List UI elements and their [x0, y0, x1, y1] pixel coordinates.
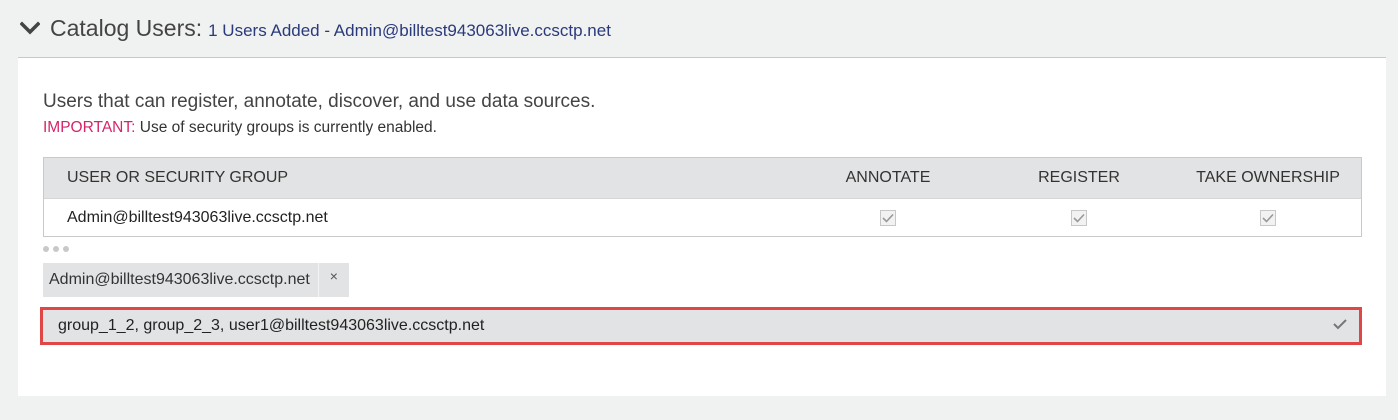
table-row: Admin@billtest943063live.ccsctp.net [44, 198, 1361, 236]
column-header-user: USER OR SECURITY GROUP [67, 169, 289, 186]
selected-user-tag: Admin@billtest943063live.ccsctp.net × [43, 263, 349, 297]
catalog-users-panel: Users that can register, annotate, disco… [18, 58, 1386, 396]
check-icon [882, 213, 894, 223]
column-header-take-ownership: TAKE OWNERSHIP [1196, 169, 1340, 186]
users-table: USER OR SECURITY GROUP ANNOTATE REGISTER… [43, 157, 1362, 237]
tag-label: Admin@billtest943063live.ccsctp.net [43, 263, 319, 297]
close-icon[interactable]: × [319, 263, 349, 297]
add-users-input[interactable] [43, 310, 1359, 342]
check-icon [1073, 213, 1085, 223]
users-added-summary: 1 Users Added - Admin@billtest943063live… [208, 20, 611, 40]
take-ownership-checkbox[interactable] [1260, 209, 1276, 226]
check-icon [1262, 213, 1274, 223]
section-description: Users that can register, annotate, disco… [43, 91, 596, 112]
more-dots-icon[interactable] [43, 246, 69, 252]
table-header: USER OR SECURITY GROUP ANNOTATE REGISTER… [44, 158, 1361, 198]
row-user-name: Admin@billtest943063live.ccsctp.net [67, 208, 328, 226]
column-header-annotate: ANNOTATE [845, 169, 931, 186]
important-text: Use of security groups is currently enab… [135, 119, 437, 136]
check-icon[interactable] [1333, 318, 1347, 330]
register-checkbox[interactable] [1071, 209, 1087, 226]
catalog-users-header[interactable]: Catalog Users: 1 Users Added - Admin@bil… [18, 0, 1386, 58]
add-users-input-container [40, 307, 1362, 345]
important-notice: IMPORTANT: Use of security groups is cur… [43, 119, 437, 137]
chevron-down-icon[interactable] [20, 21, 40, 37]
annotate-checkbox[interactable] [880, 209, 896, 226]
column-header-register: REGISTER [1038, 169, 1120, 186]
section-title: Catalog Users: [50, 15, 203, 41]
important-label: IMPORTANT: [43, 119, 136, 136]
